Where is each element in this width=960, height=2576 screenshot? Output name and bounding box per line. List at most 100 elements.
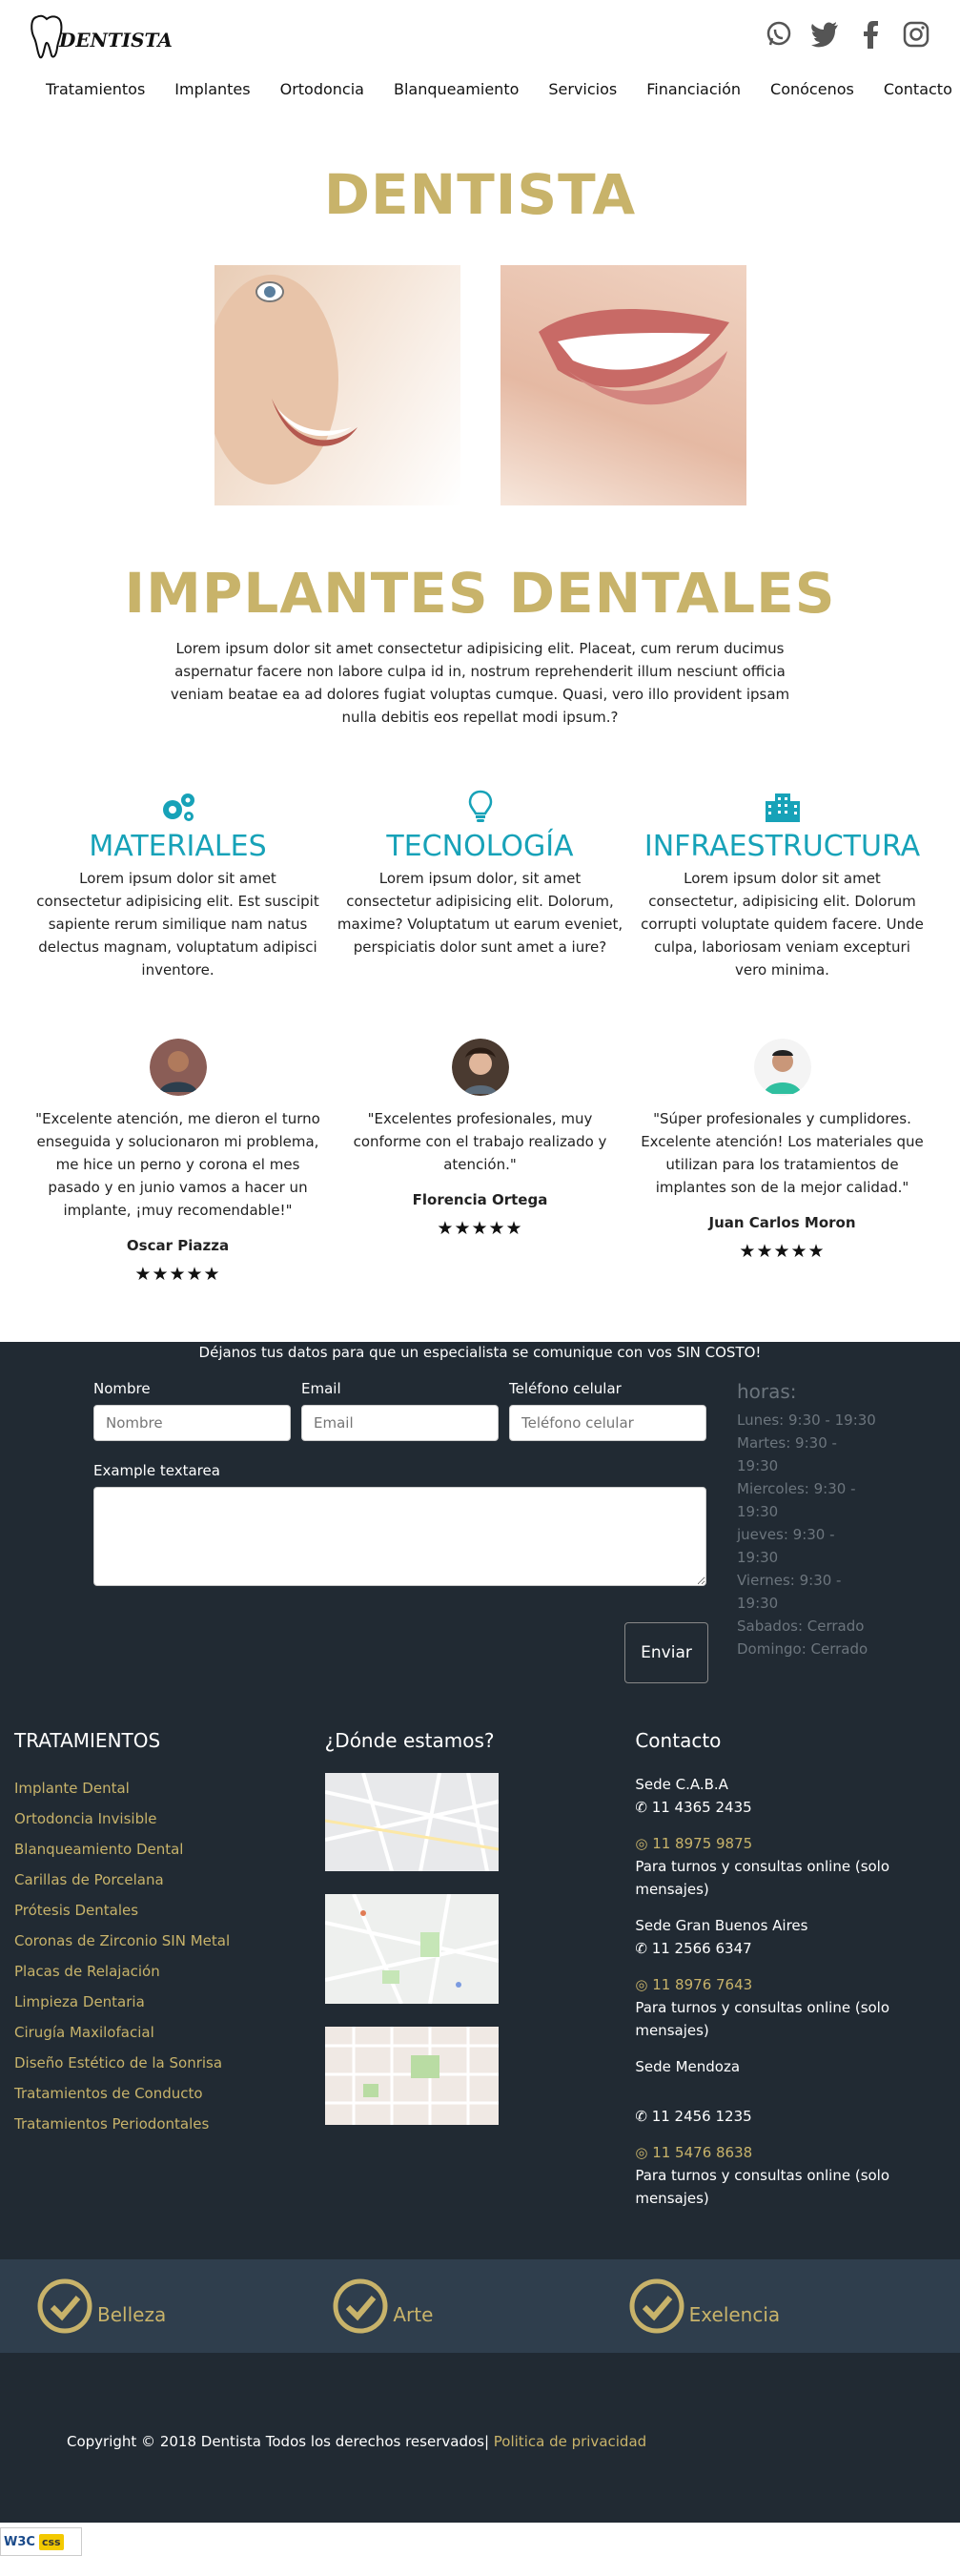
testimonial-florencia: "Excelentes profesionales, muy conforme …: [333, 1039, 628, 1239]
phone-icon: ✆: [635, 1799, 652, 1816]
feature-text: Lorem ipsum dolor, sit amet consectetur …: [337, 870, 623, 956]
treatment-link[interactable]: Tratamientos de Conducto: [14, 2078, 325, 2109]
phone-icon: ✆: [635, 2108, 652, 2125]
phone-line[interactable]: ✆ 11 4365 2435: [635, 1796, 946, 1819]
social-links: [764, 19, 931, 50]
hero-image: [214, 265, 746, 505]
hero-title: DENTISTA: [323, 162, 637, 227]
field-email: Email: [301, 1380, 499, 1441]
map-caba[interactable]: [324, 1773, 499, 1871]
brand-logo[interactable]: DENTISTA: [29, 11, 173, 61]
avatar: [753, 1039, 811, 1096]
nav-tratamientos[interactable]: Tratamientos: [46, 80, 145, 98]
phone-input[interactable]: [509, 1405, 706, 1441]
sede-name: Sede Gran Buenos Aires: [635, 1917, 808, 1934]
treatment-link[interactable]: Implante Dental: [14, 1773, 325, 1803]
testimonial-name: Florencia Ortega: [412, 1191, 548, 1208]
treatment-link[interactable]: Placas de Relajación: [14, 1956, 325, 1987]
name-label: Nombre: [93, 1380, 151, 1397]
phone-line[interactable]: ✆ 11 2566 6347: [635, 1937, 946, 1960]
hours-line: Domingo: Cerrado: [737, 1640, 868, 1658]
copyright-text: Copyright © 2018 Dentista Todos los dere…: [67, 2433, 490, 2450]
contact-form: Nombre Email Teléfono celular Example te…: [93, 1380, 708, 1683]
hours-line: Lunes: 9:30 - 19:30: [737, 1412, 876, 1429]
whatsapp-line[interactable]: ◎ 11 8975 9875: [635, 1832, 946, 1855]
treatment-link[interactable]: Tratamientos Periodontales: [14, 2109, 325, 2139]
locations-title: ¿Dónde estamos?: [324, 1729, 495, 1752]
values-band: Belleza Arte Exelencia: [0, 2259, 960, 2353]
feature-text: Lorem ipsum dolor sit amet consectetur a…: [36, 870, 319, 979]
send-button[interactable]: Enviar: [624, 1622, 708, 1683]
whatsapp-icon[interactable]: [764, 19, 794, 50]
treatment-link[interactable]: Carillas de Porcelana: [14, 1865, 325, 1895]
message-textarea[interactable]: [93, 1487, 706, 1586]
gears-icon: [35, 788, 321, 826]
map-mendoza[interactable]: [324, 2027, 499, 2125]
map-gran-buenos-aires[interactable]: [324, 1894, 499, 2004]
nav-conocenos[interactable]: Conócenos: [770, 80, 854, 98]
hours-line: jueves: 9:30 - 19:30: [737, 1526, 835, 1566]
avatar: [149, 1039, 207, 1096]
nav-financiacion[interactable]: Financiación: [646, 80, 741, 98]
testimonial-name: Oscar Piazza: [126, 1237, 230, 1254]
nav-ortodoncia[interactable]: Ortodoncia: [280, 80, 364, 98]
value-label: Arte: [393, 2303, 434, 2326]
site-header: DENTISTA Tratamientos Implantes Ortodonc…: [0, 0, 960, 119]
nav-implantes[interactable]: Implantes: [174, 80, 250, 98]
nav-contacto[interactable]: Contacto: [884, 80, 952, 98]
phone-line[interactable]: ✆ 11 2456 1235: [635, 2105, 946, 2128]
whatsapp-line[interactable]: ◎ 11 5476 8638: [635, 2141, 946, 2164]
form-field-row: Nombre Email Teléfono celular: [93, 1380, 708, 1441]
value-belleza: Belleza: [36, 2259, 332, 2353]
testimonial-quote: "Súper profesionales y cumplidores. Exce…: [641, 1110, 924, 1196]
feature-infraestructura: INFRAESTRUCTURA Lorem ipsum dolor sit am…: [640, 788, 926, 981]
footer-columns: TRATAMIENTOS Implante Dental Ortodoncia …: [0, 1683, 960, 2223]
treatment-link[interactable]: Coronas de Zirconio SIN Metal: [14, 1926, 325, 1956]
treatments-title: TRATAMIENTOS: [14, 1729, 161, 1752]
privacy-link[interactable]: Politica de privacidad: [489, 2433, 646, 2450]
brand-name: DENTISTA: [59, 29, 173, 52]
contact-title: Contacto: [635, 1729, 722, 1752]
check-circle-icon: [333, 2278, 388, 2334]
form-intro: Déjanos tus datos para que un especialis…: [198, 1344, 762, 1361]
name-input[interactable]: [93, 1405, 291, 1441]
feature-title: TECNOLOGÍA: [386, 830, 574, 863]
contact-note: Para turnos y consultas online (solo men…: [635, 1999, 890, 2039]
w3c-css-badge[interactable]: W3C css: [0, 2527, 82, 2556]
phone-icon: ✆: [635, 1940, 652, 1957]
twitter-icon[interactable]: [809, 19, 840, 50]
main-nav: Tratamientos Implantes Ortodoncia Blanqu…: [46, 80, 960, 98]
treatment-link[interactable]: Blanqueamiento Dental: [14, 1834, 325, 1865]
hours-line: Viernes: 9:30 - 19:30: [737, 1572, 842, 1612]
field-name: Nombre: [93, 1380, 291, 1441]
w3c-logo: W3C: [4, 2534, 35, 2549]
send-row: Enviar: [93, 1622, 708, 1683]
hero-image-gap: [460, 265, 500, 505]
email-input[interactable]: [301, 1405, 499, 1441]
contact-note: Para turnos y consultas online (solo men…: [635, 2167, 890, 2207]
whatsapp-icon: ◎: [635, 1976, 653, 1993]
testimonial-juan-carlos: "Súper profesionales y cumplidores. Exce…: [635, 1039, 930, 1262]
sede-caba: Sede C.A.B.A ✆ 11 4365 2435 ◎ 11 8975 98…: [635, 1773, 946, 1901]
phone-label: Teléfono celular: [509, 1380, 622, 1397]
whatsapp-line[interactable]: ◎ 11 8976 7643: [635, 1973, 946, 1996]
whatsapp-icon: ◎: [635, 1835, 653, 1852]
sede-gba: Sede Gran Buenos Aires ✆ 11 2566 6347 ◎ …: [635, 1914, 946, 2042]
hours-line: Martes: 9:30 - 19:30: [737, 1434, 837, 1474]
feature-materiales: MATERIALES Lorem ipsum dolor sit amet co…: [35, 788, 321, 981]
nav-blanqueamiento[interactable]: Blanqueamiento: [394, 80, 519, 98]
lightbulb-icon: [337, 788, 623, 826]
facebook-icon[interactable]: [855, 19, 886, 50]
instagram-icon[interactable]: [901, 19, 931, 50]
nav-servicios[interactable]: Servicios: [548, 80, 617, 98]
treatment-link[interactable]: Diseño Estético de la Sonrisa: [14, 2048, 325, 2078]
copyright: Copyright © 2018 Dentista Todos los dere…: [0, 2353, 960, 2523]
treatment-link[interactable]: Ortodoncia Invisible: [14, 1803, 325, 1834]
treatment-link[interactable]: Prótesis Dentales: [14, 1895, 325, 1926]
treatment-link[interactable]: Limpieza Dentaria: [14, 1987, 325, 2017]
sede-name: Sede C.A.B.A: [635, 1776, 728, 1793]
feature-title: MATERIALES: [89, 830, 267, 863]
value-exelencia: Exelencia: [628, 2259, 924, 2353]
treatment-link[interactable]: Cirugía Maxilofacial: [14, 2017, 325, 2048]
rating-stars: ★★★★★: [134, 1264, 221, 1285]
